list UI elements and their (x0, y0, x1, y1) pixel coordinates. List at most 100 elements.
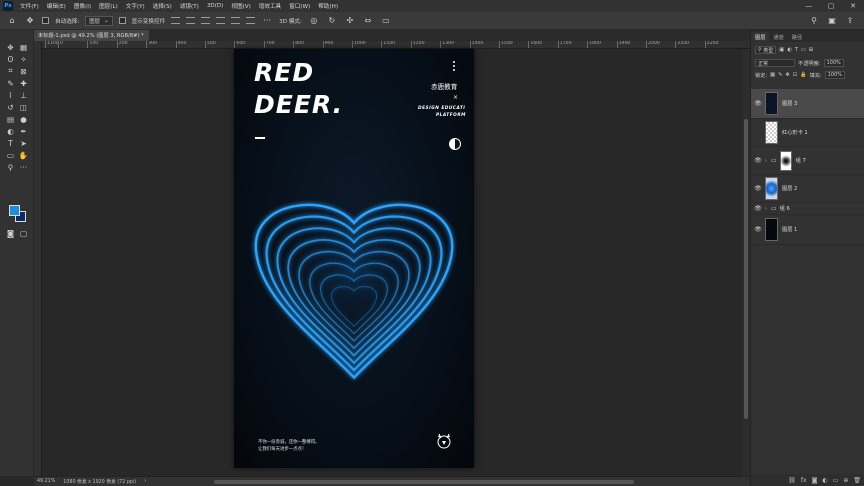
new-group-icon[interactable]: ▭ (833, 477, 839, 484)
horizontal-scrollbar[interactable] (214, 479, 635, 484)
adjustment-layer-icon[interactable]: ◐ (822, 477, 827, 484)
frame-tool-icon[interactable]: ⊠ (18, 66, 29, 76)
history-brush-icon[interactable]: ↺ (5, 102, 16, 112)
add-mask-icon[interactable]: ◙ (812, 477, 818, 484)
lock-pixels-icon[interactable]: ✎ (778, 72, 782, 78)
menu-filter[interactable]: 滤镜(T) (176, 2, 203, 10)
layer-name[interactable]: 红心形卡 1 (782, 129, 808, 136)
move-tool-icon[interactable]: ✥ (5, 42, 16, 52)
filter-type-icon[interactable]: T (795, 47, 798, 53)
menu-plugins[interactable]: 增效工具 (255, 2, 285, 10)
pen-tool-icon[interactable]: ✒ (18, 126, 29, 136)
dodge-tool-icon[interactable]: ◐ (5, 126, 16, 136)
align-center-icon[interactable] (231, 17, 241, 24)
menu-image[interactable]: 图像(I) (70, 2, 95, 10)
visibility-eye-icon[interactable]: 👁 (751, 205, 765, 212)
layer-row[interactable]: 👁 图层 1 (751, 215, 864, 245)
maximize-button[interactable]: ▢ (820, 2, 842, 10)
artboard-tool-icon[interactable]: ▦ (18, 42, 29, 52)
align-middle-icon[interactable] (186, 17, 196, 24)
menu-edit[interactable]: 编辑(E) (43, 2, 70, 10)
eyedropper-icon[interactable]: ✎ (5, 78, 16, 88)
menu-layer[interactable]: 图层(L) (95, 2, 122, 10)
layer-style-icon[interactable]: fx (801, 477, 807, 484)
tab-layers[interactable]: 图层 (751, 32, 770, 42)
3d-roll-icon[interactable]: ↻ (326, 15, 338, 27)
move-tool-icon[interactable]: ✥ (24, 15, 36, 27)
lock-transparent-icon[interactable]: ▦ (770, 72, 775, 78)
layer-filter-dropdown[interactable]: ⚲ 类型 (755, 46, 777, 54)
magic-wand-icon[interactable]: ✧ (18, 54, 29, 64)
layer-name[interactable]: 图层 2 (782, 185, 797, 192)
delete-layer-icon[interactable]: 🗑 (853, 477, 861, 484)
layer-name[interactable]: 组 7 (796, 157, 806, 164)
fill-field[interactable]: 100% (824, 71, 845, 79)
3d-orbit-icon[interactable]: ◎ (308, 15, 320, 27)
link-layers-icon[interactable]: ⛓ (788, 477, 796, 484)
3d-pan-icon[interactable]: ✣ (344, 15, 356, 27)
visibility-eye-icon[interactable]: 👁 (751, 226, 765, 233)
clone-stamp-icon[interactable]: ⊥ (18, 90, 29, 100)
show-transform-checkbox[interactable] (118, 17, 126, 24)
layer-row[interactable]: 👁 图层 2 (751, 175, 864, 203)
path-selection-icon[interactable]: ➤ (18, 138, 29, 148)
crop-tool-icon[interactable]: ⌗ (5, 66, 16, 76)
menu-type[interactable]: 文字(Y) (122, 2, 149, 10)
menu-view[interactable]: 视图(V) (227, 2, 254, 10)
auto-select-dropdown[interactable]: 图层 ⌄ (85, 15, 113, 26)
poster-artboard[interactable]: RED DEER. 赤鹿教育 × DESIGN EDUCATI PLATFORM… (234, 49, 474, 468)
menu-help[interactable]: 帮助(H) (314, 2, 342, 10)
workspace-icon[interactable]: ▣ (826, 15, 838, 27)
home-icon[interactable]: ⌂ (6, 15, 18, 27)
blend-mode-dropdown[interactable]: 正常 (755, 59, 795, 67)
gradient-tool-icon[interactable]: ▤ (5, 114, 16, 124)
type-tool-icon[interactable]: T (5, 138, 16, 148)
search-icon[interactable]: ⚲ (808, 15, 820, 27)
layer-row[interactable]: 👁 › ▭ 组 7 (751, 147, 864, 175)
status-arrow-icon[interactable]: › (144, 479, 146, 484)
more-options-icon[interactable]: ··· (261, 15, 273, 27)
auto-select-checkbox[interactable] (42, 17, 49, 24)
layer-row[interactable]: 红心形卡 1 (751, 119, 864, 147)
tab-channels[interactable]: 通道 (769, 32, 787, 42)
menu-3d[interactable]: 3D(D) (203, 3, 228, 9)
rectangle-tool-icon[interactable]: ▭ (5, 150, 16, 160)
visibility-eye-icon[interactable]: 👁 (751, 157, 765, 164)
hand-tool-icon[interactable]: ✋ (18, 150, 29, 160)
blur-tool-icon[interactable]: ● (18, 114, 29, 124)
zoom-tool-icon[interactable]: ⚲ (5, 162, 16, 172)
screen-mode-icon[interactable]: ▢ (18, 228, 29, 238)
eraser-icon[interactable]: ◫ (18, 102, 29, 112)
align-right-icon[interactable] (246, 17, 256, 24)
brush-tool-icon[interactable]: ⌇ (5, 90, 16, 100)
opacity-field[interactable]: 100% (823, 59, 844, 67)
lasso-tool-icon[interactable]: ʘ (5, 54, 16, 64)
zoom-level[interactable]: 49.21% (37, 479, 55, 484)
lock-position-icon[interactable]: ✥ (785, 72, 789, 78)
menu-select[interactable]: 选择(S) (149, 2, 176, 10)
layer-name[interactable]: 组 6 (780, 205, 790, 212)
align-top-icon[interactable] (171, 17, 181, 24)
share-icon[interactable]: ⇪ (844, 15, 856, 27)
layer-name[interactable]: 图层 1 (782, 226, 797, 233)
filter-smart-icon[interactable]: ⊞ (809, 47, 813, 53)
layer-row[interactable]: 👁 › ▭ 组 6 (751, 203, 864, 215)
3d-slide-icon[interactable]: ⇔ (362, 15, 374, 27)
filter-pixel-icon[interactable]: ▣ (779, 47, 784, 53)
menu-window[interactable]: 窗口(W) (285, 2, 314, 10)
visibility-eye-icon[interactable]: 👁 (751, 185, 765, 192)
layer-name[interactable]: 图层 3 (782, 100, 797, 107)
healing-brush-icon[interactable]: ✚ (18, 78, 29, 88)
more-tools-icon[interactable]: ··· (18, 162, 29, 172)
visibility-eye-icon[interactable]: 👁 (751, 100, 765, 107)
tab-paths[interactable]: 路径 (788, 32, 806, 42)
minimize-button[interactable]: — (798, 2, 820, 10)
align-left-icon[interactable] (216, 17, 226, 24)
foreground-color-swatch[interactable] (9, 205, 20, 216)
document-tab[interactable]: 未标题-1.psd @ 49.2% (图层 3, RGB/8#) * × (34, 30, 154, 41)
3d-scale-icon[interactable]: ▭ (380, 15, 392, 27)
menu-file[interactable]: 文件(F) (16, 2, 43, 10)
close-window-button[interactable]: ✕ (842, 2, 864, 10)
vertical-scrollbar[interactable] (742, 49, 750, 476)
lock-all-icon[interactable]: 🔒 (800, 72, 806, 78)
